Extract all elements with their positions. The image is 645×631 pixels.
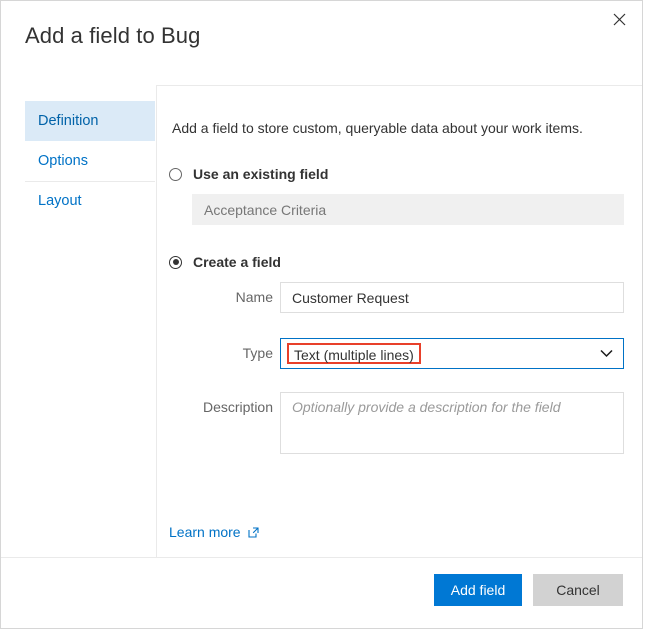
sidebar-item-definition[interactable]: Definition (25, 101, 155, 141)
sidebar-item-label: Definition (38, 113, 99, 129)
type-select-value: Text (multiple lines) (287, 343, 421, 364)
radio-create-a-field[interactable]: Create a field (169, 254, 281, 270)
type-select[interactable]: Text (multiple lines) (280, 338, 624, 369)
learn-more-link[interactable]: Learn more (169, 524, 259, 540)
radio-use-existing-field[interactable]: Use an existing field (169, 166, 328, 182)
pivot-tablist: Definition Options Layout (25, 101, 155, 221)
external-link-icon (248, 526, 259, 538)
existing-field-value: Acceptance Criteria (204, 201, 327, 218)
description-textarea[interactable]: Optionally provide a description for the… (280, 392, 624, 454)
sidebar-item-label: Layout (38, 193, 82, 209)
dialog-body: Definition Options Layout Add a field to… (1, 85, 642, 557)
existing-field-select[interactable]: Acceptance Criteria (192, 194, 624, 225)
radio-label: Create a field (193, 254, 281, 270)
name-input-value: Customer Request (292, 289, 409, 306)
panel-description: Add a field to store custom, queryable d… (172, 120, 583, 136)
learn-more-label: Learn more (169, 524, 241, 540)
sidebar-item-options[interactable]: Options (25, 141, 155, 181)
add-field-button[interactable]: Add field (434, 574, 522, 606)
page-title: Add a field to Bug (25, 23, 201, 48)
type-label: Type (242, 345, 273, 361)
dialog-footer: Add field Cancel (1, 557, 642, 628)
definition-panel: Add a field to store custom, queryable d… (156, 85, 642, 557)
radio-label: Use an existing field (193, 166, 329, 182)
radio-indicator (169, 255, 182, 269)
description-placeholder: Optionally provide a description for the… (292, 399, 561, 415)
cancel-button-label: Cancel (556, 582, 600, 598)
name-input[interactable]: Customer Request (280, 282, 624, 313)
radio-indicator (169, 167, 182, 181)
name-label: Name (235, 289, 273, 305)
sidebar-item-layout[interactable]: Layout (25, 181, 155, 221)
sidebar-item-label: Options (38, 153, 88, 169)
add-field-button-label: Add field (450, 582, 506, 598)
add-field-dialog: Add a field to Bug Definition Options La… (0, 0, 643, 629)
cancel-button[interactable]: Cancel (533, 574, 623, 606)
close-button[interactable] (604, 4, 634, 34)
dialog-header: Add a field to Bug (1, 1, 642, 85)
close-icon (613, 13, 626, 26)
chevron-down-icon (600, 339, 613, 368)
description-label: Description (202, 399, 273, 415)
